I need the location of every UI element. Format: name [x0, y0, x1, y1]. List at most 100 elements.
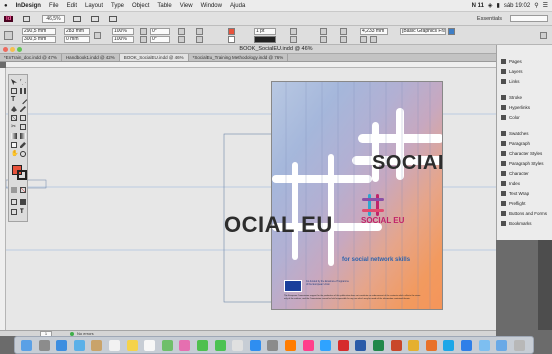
free-transform-tool-icon[interactable]	[20, 124, 26, 130]
panel-paragraph-styles[interactable]: Paragraph Styles	[501, 159, 551, 167]
dock-app-calendar-icon[interactable]	[109, 340, 120, 351]
dock-app-notes-icon[interactable]	[126, 340, 138, 351]
note-tool-icon[interactable]	[11, 142, 17, 148]
gradient-swatch-tool-icon[interactable]	[11, 133, 17, 139]
normal-view-mode-icon[interactable]	[11, 199, 17, 205]
dock-app-folder-icon[interactable]	[478, 340, 490, 351]
flip-vertical-icon[interactable]	[178, 36, 185, 43]
menu-window[interactable]: Window	[197, 3, 226, 9]
dock-app-launchpad-icon[interactable]	[38, 340, 50, 351]
menubar-clock[interactable]: sáb 19:02	[504, 3, 530, 9]
dock-app-powerpoint-icon[interactable]	[390, 340, 402, 351]
align-left-icon[interactable]	[340, 28, 347, 35]
menu-file[interactable]: File	[45, 3, 63, 9]
corner-options-icon[interactable]	[320, 28, 327, 35]
tab-entrain-doc[interactable]: *EnTrain_doc.indd @ 47%	[0, 54, 62, 61]
line-tool-icon[interactable]	[18, 95, 28, 105]
dock-app-skype-icon[interactable]	[443, 340, 455, 351]
fill-swatch-icon[interactable]	[228, 28, 235, 35]
screen-mode-icon[interactable]	[72, 15, 81, 22]
rotation-field[interactable]: 0°	[150, 28, 170, 35]
dock-app-contacts-icon[interactable]	[91, 340, 103, 351]
zoom-window-button[interactable]	[17, 47, 22, 52]
arrange-documents-icon[interactable]	[108, 15, 117, 22]
stroke-swatch[interactable]	[17, 170, 27, 180]
constrain-proportions-icon[interactable]	[94, 32, 101, 39]
dock-app-word-icon[interactable]	[355, 340, 367, 351]
menu-layout[interactable]: Layout	[81, 3, 107, 9]
tab-book-socialeu[interactable]: BOOK_SocialEU.indd @ 46%	[119, 54, 189, 61]
fill-frame-icon[interactable]	[370, 36, 377, 43]
spacing-field[interactable]: 4,233 mm	[360, 28, 388, 35]
dock-app-photos-icon[interactable]	[179, 340, 191, 351]
dock-app-mail-icon[interactable]	[73, 340, 85, 351]
menu-type[interactable]: Type	[107, 3, 128, 9]
dock-app-photoshop-icon[interactable]	[320, 340, 332, 351]
page-tool-icon[interactable]	[11, 88, 17, 94]
width-field[interactable]: 283 mm	[64, 28, 90, 35]
formatting-affects-container-icon[interactable]	[11, 209, 17, 215]
disclaimer-text[interactable]: The European Commission support for the …	[284, 295, 424, 300]
stroke-weight-field[interactable]: 1 pt	[254, 28, 276, 35]
headline-left[interactable]: OCIAL EU	[224, 212, 333, 238]
headline-right[interactable]: SOCIAL EU	[372, 152, 442, 175]
view-options-icon[interactable]	[90, 15, 99, 22]
panel-paragraph[interactable]: Paragraph	[501, 139, 551, 147]
height-field[interactable]: 0 mm	[64, 36, 90, 43]
rotate-icon[interactable]	[140, 28, 147, 35]
apply-color-icon[interactable]	[11, 187, 17, 193]
hand-tool-icon[interactable]: ✋	[11, 151, 18, 157]
panel-buttons-forms[interactable]: Buttons and Forms	[501, 209, 551, 217]
help-search-field[interactable]	[510, 15, 548, 22]
apply-none-icon[interactable]	[20, 187, 26, 193]
panel-character[interactable]: Character	[501, 169, 551, 177]
align-center-icon[interactable]	[340, 36, 347, 43]
dock-app-system-preferences-icon[interactable]	[267, 340, 279, 351]
y-position-field[interactable]: 300,5 mm	[22, 36, 56, 43]
formatting-affects-text-icon[interactable]: T	[20, 209, 26, 215]
panel-text-wrap[interactable]: Text Wrap	[501, 189, 551, 197]
gradient-feather-tool-icon[interactable]	[20, 133, 26, 139]
pen-tool-icon[interactable]	[11, 106, 17, 112]
preview-mode-icon[interactable]	[20, 199, 26, 205]
panel-stroke[interactable]: Stroke	[501, 93, 551, 101]
menu-list-icon[interactable]: ☰	[543, 2, 548, 9]
dock-app-firefox-icon[interactable]	[425, 340, 437, 351]
shear-icon[interactable]	[140, 36, 147, 43]
stroke-type-icon[interactable]	[254, 36, 276, 43]
selection-tool-icon[interactable]	[11, 79, 17, 85]
eyedropper-tool-icon[interactable]	[20, 142, 26, 148]
dock-app-downloads-icon[interactable]	[496, 340, 508, 351]
panel-character-styles[interactable]: Character Styles	[501, 149, 551, 157]
dock-app-app-store-icon[interactable]	[249, 340, 261, 351]
rectangle-tool-icon[interactable]	[20, 115, 26, 121]
dock-app-safari-icon[interactable]	[56, 340, 68, 351]
pencil-tool-icon[interactable]	[20, 106, 26, 112]
flip-horizontal-icon[interactable]	[178, 28, 185, 35]
control-panel-menu-icon[interactable]	[540, 32, 547, 39]
effects-icon[interactable]	[290, 28, 297, 35]
status-indicator[interactable]: N 11	[472, 3, 484, 9]
dock-app-indesign-icon[interactable]	[302, 340, 314, 351]
dock-app-excel-icon[interactable]	[373, 340, 384, 351]
panel-index[interactable]: Index	[501, 179, 551, 187]
dock-app-illustrator-icon[interactable]	[285, 340, 296, 351]
menu-table[interactable]: Table	[153, 3, 175, 9]
dock-app-dropbox-icon[interactable]	[461, 340, 472, 351]
battery-icon[interactable]: ▮	[497, 2, 500, 9]
panel-color[interactable]: Color	[501, 113, 551, 121]
dock-app-maps-icon[interactable]	[161, 340, 173, 351]
shear-field[interactable]: 0°	[150, 36, 170, 43]
wifi-icon[interactable]: ◈	[488, 2, 493, 9]
reference-point-icon[interactable]	[4, 31, 13, 40]
type-tool-icon[interactable]: T	[11, 96, 17, 103]
search-icon[interactable]: ⚲	[534, 2, 538, 9]
dock-app-trash-icon[interactable]	[513, 340, 525, 351]
select-container-icon[interactable]	[196, 28, 203, 35]
panel-swatches[interactable]: Swatches	[501, 129, 551, 137]
tagline[interactable]: for social network skills	[342, 257, 410, 263]
apple-menu-icon[interactable]: ●	[0, 3, 12, 9]
layout-view-icon[interactable]	[23, 15, 31, 22]
rectangle-frame-tool-icon[interactable]	[11, 115, 17, 121]
document-page[interactable]: SOCIAL EU SOCIAL EU for social network s…	[271, 81, 443, 310]
